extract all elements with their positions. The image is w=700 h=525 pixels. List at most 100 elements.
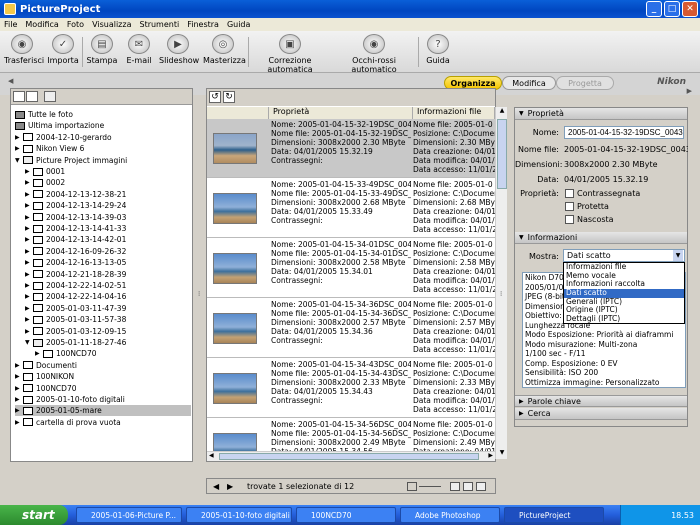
- menu-file[interactable]: File: [0, 20, 21, 29]
- collapse-triangle-icon[interactable]: ▼: [15, 157, 21, 164]
- splitter-handle[interactable]: ⁞: [198, 290, 200, 298]
- tree-item[interactable]: ▶ 2005-01-05-mare: [15, 405, 191, 417]
- keywords-section-header[interactable]: ▶ Parole chiave: [515, 395, 687, 407]
- new-folder-icon[interactable]: [13, 91, 25, 102]
- menu-modifica[interactable]: Modifica: [21, 20, 62, 29]
- scroll-thumb[interactable]: [497, 119, 507, 189]
- dropdown-option[interactable]: Dettagli (IPTC): [564, 314, 684, 324]
- thumb-size-icon[interactable]: [407, 482, 417, 491]
- scroll-right-icon[interactable]: ▶: [488, 452, 493, 459]
- tree-item[interactable]: ▶ 2005-01-10-foto digitali: [15, 394, 125, 405]
- rotate-left-icon[interactable]: ↺: [209, 91, 221, 103]
- chevron-down-icon[interactable]: ▼: [673, 250, 683, 261]
- tree-item[interactable]: ▼ Picture Project immagini: [15, 155, 127, 166]
- hscroll-thumb[interactable]: [219, 453, 479, 460]
- expand-triangle-icon[interactable]: ▶: [25, 293, 31, 300]
- tree-item[interactable]: ▶ 2005-01-03-11-47-39: [25, 303, 126, 314]
- scroll-up-icon[interactable]: ▲: [497, 107, 507, 117]
- photo-thumbnail[interactable]: [213, 253, 257, 284]
- photo-thumbnail[interactable]: [213, 373, 257, 404]
- expand-triangle-icon[interactable]: ▶: [15, 145, 21, 152]
- tree-item[interactable]: ▶ 2004-12-22-14-02-51: [25, 280, 126, 291]
- column-properties[interactable]: Proprietà: [269, 107, 413, 119]
- task-foto-digitali[interactable]: 2005-01-10-foto digitali: [186, 507, 292, 523]
- column-thumbnail[interactable]: [207, 107, 269, 119]
- info-section-header[interactable]: ▼ Informazioni: [515, 232, 687, 244]
- minimize-button[interactable]: _: [646, 1, 662, 17]
- expand-triangle-icon[interactable]: ▶: [25, 202, 31, 209]
- tree-item[interactable]: ▶ cartella di prova vuota: [15, 417, 121, 428]
- auto-correct-button[interactable]: ▣ Correzione automatica: [252, 34, 328, 74]
- scroll-down-icon[interactable]: ▼: [497, 449, 507, 459]
- tree-item[interactable]: Tutte le foto: [15, 109, 73, 120]
- expand-triangle-icon[interactable]: ▶: [25, 305, 31, 312]
- expand-triangle-icon[interactable]: ▶: [25, 328, 31, 335]
- photo-row[interactable]: Nome: 2005-01-04-15-34-43DSC_0047 Nome fi…: [207, 359, 495, 418]
- photo-row[interactable]: Nome: 2005-01-04-15-34-36DSC_0046 Nome fi…: [207, 299, 495, 358]
- expand-triangle-icon[interactable]: ▶: [15, 396, 21, 403]
- tree-item[interactable]: ▶ 2004-12-22-14-04-16: [25, 291, 126, 302]
- rotate-right-icon[interactable]: ↻: [223, 91, 235, 103]
- maximize-button[interactable]: □: [664, 1, 680, 17]
- tree-item[interactable]: ▶ 2004-12-16-13-13-05: [25, 257, 126, 268]
- print-button[interactable]: ▤ Stampa: [86, 34, 118, 65]
- close-button[interactable]: ✕: [682, 1, 698, 17]
- expand-triangle-icon[interactable]: ▶: [15, 362, 21, 369]
- red-eye-button[interactable]: ◉ Occhi-rossi automatico: [334, 34, 414, 74]
- expand-triangle-icon[interactable]: ▶: [25, 282, 31, 289]
- burn-button[interactable]: ◎ Masterizza: [203, 34, 246, 65]
- show-select[interactable]: Dati scatto ▼: [563, 249, 685, 262]
- size-slider[interactable]: [419, 486, 441, 487]
- properties-section-header[interactable]: ▼ Proprietà: [515, 108, 687, 120]
- task-pictureproject[interactable]: PictureProject: [504, 507, 604, 523]
- tree-item[interactable]: ▶ 2004-12-13-14-29-24: [25, 200, 126, 211]
- tree-item[interactable]: ▶ 100NIKON: [15, 371, 74, 382]
- tree-item[interactable]: ▶ 2005-01-03-11-57-38: [25, 314, 126, 325]
- tree-item[interactable]: ▶ 2004-12-10-gerardo: [15, 132, 112, 143]
- expand-triangle-icon[interactable]: ▶: [25, 271, 31, 278]
- photo-thumbnail[interactable]: [213, 193, 257, 224]
- expand-triangle-icon[interactable]: ▶: [35, 350, 41, 357]
- task-picture-project-doc[interactable]: 2005-01-06-Picture P...: [76, 507, 182, 523]
- photo-thumbnail[interactable]: [213, 133, 257, 164]
- column-file-info[interactable]: Informazioni file: [413, 107, 495, 119]
- task-photoshop[interactable]: Adobe Photoshop: [400, 507, 500, 523]
- tree-item[interactable]: ▶ 100NCD70: [35, 348, 96, 359]
- tree-item[interactable]: ▶ 2004-12-13-14-41-33: [25, 223, 126, 234]
- photo-row[interactable]: Nome: 2005-01-04-15-33-49DSC_0044 Nome fi…: [207, 179, 495, 238]
- tree-item[interactable]: ▶ 2004-12-13-14-39-03: [25, 212, 126, 223]
- horizontal-scrollbar[interactable]: ◀ ▶: [207, 451, 495, 461]
- expand-triangle-icon[interactable]: ▶: [25, 225, 31, 232]
- view-thumbnails-icon[interactable]: [450, 482, 460, 491]
- expand-triangle-icon[interactable]: ▶: [15, 407, 21, 414]
- collapse-right-icon[interactable]: ▶: [687, 87, 692, 95]
- collapse-triangle-icon[interactable]: ▼: [25, 339, 31, 346]
- expand-triangle-icon[interactable]: ▶: [25, 214, 31, 221]
- vertical-scrollbar[interactable]: ▲ ▼: [495, 107, 507, 459]
- menu-visualizza[interactable]: Visualizza: [88, 20, 135, 29]
- menu-guida[interactable]: Guida: [223, 20, 254, 29]
- view-list-icon[interactable]: [476, 482, 486, 491]
- expand-triangle-icon[interactable]: ▶: [15, 419, 21, 426]
- menu-strumenti[interactable]: Strumenti: [135, 20, 183, 29]
- folder-view-icon[interactable]: [26, 91, 38, 102]
- email-button[interactable]: ✉ E-mail: [124, 34, 154, 65]
- search-section-header[interactable]: ▶ Cerca: [515, 408, 687, 420]
- import-button[interactable]: ✓ Importa: [46, 34, 80, 65]
- tree-item[interactable]: ▼ 2005-01-11-18-27-46: [25, 337, 126, 348]
- expand-triangle-icon[interactable]: ▶: [25, 259, 31, 266]
- tree-item[interactable]: ▶ 100NCD70: [15, 383, 76, 394]
- slideshow-button[interactable]: ▶ Slideshow: [159, 34, 199, 65]
- expand-triangle-icon[interactable]: ▶: [25, 236, 31, 243]
- tab-progetta[interactable]: Progetta: [556, 76, 614, 90]
- expand-triangle-icon[interactable]: ▶: [15, 134, 21, 141]
- next-icon[interactable]: ▶: [227, 482, 233, 491]
- collapse-left-icon[interactable]: ◀: [8, 77, 13, 85]
- name-field[interactable]: [564, 126, 684, 139]
- scroll-left-icon[interactable]: ◀: [209, 452, 214, 459]
- protected-checkbox[interactable]: [565, 202, 574, 211]
- tab-modifica[interactable]: Modifica: [502, 76, 556, 90]
- album-icon[interactable]: [44, 91, 56, 102]
- tree-item[interactable]: ▶ Nikon View 6: [15, 143, 84, 154]
- tree-item[interactable]: ▶ 2005-01-03-12-09-15: [25, 326, 126, 337]
